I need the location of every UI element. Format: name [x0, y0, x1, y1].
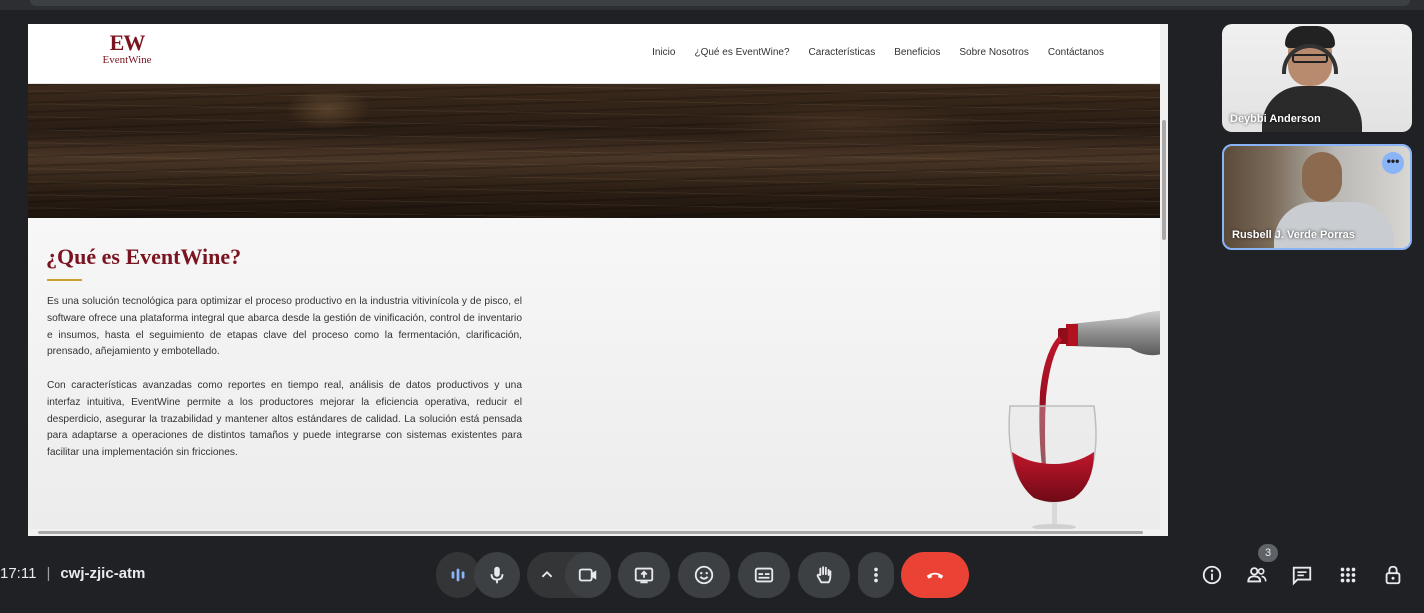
glasses-icon [1292, 54, 1328, 63]
info-icon [1202, 565, 1222, 585]
top-pill [30, 0, 1410, 6]
more-options-icon[interactable]: ••• [1382, 152, 1404, 174]
heading-underline [47, 279, 82, 281]
mic-icon [490, 566, 504, 584]
nav-que-es[interactable]: ¿Qué es EventWine? [694, 47, 789, 58]
emoji-icon [694, 565, 714, 585]
participant-2-avatar [1302, 152, 1342, 202]
meeting-time: 17:11 [0, 565, 37, 582]
meeting-code[interactable]: cwj-zjic-atm [60, 565, 145, 582]
site-nav: Inicio ¿Qué es EventWine? Característica… [652, 47, 1104, 58]
wine-pour-illustration [1008, 310, 1160, 529]
more-vert-icon [874, 567, 878, 583]
nav-beneficios[interactable]: Beneficios [894, 47, 940, 58]
horizontal-scrollbar-thumb[interactable] [38, 531, 1143, 534]
participant-tile-1[interactable]: Deybbi Anderson [1222, 24, 1412, 132]
mic-button[interactable] [474, 552, 520, 598]
vertical-scrollbar[interactable] [1160, 24, 1168, 536]
activities-icon [1340, 567, 1356, 583]
nav-inicio[interactable]: Inicio [652, 47, 675, 58]
vertical-scrollbar-thumb[interactable] [1162, 120, 1166, 240]
site-logo[interactable]: EW EventWine [96, 32, 158, 67]
participant-name: Deybbi Anderson [1230, 113, 1321, 125]
people-count-badge: 3 [1258, 544, 1278, 562]
people-icon [1247, 567, 1267, 583]
nav-sobre-nosotros[interactable]: Sobre Nosotros [959, 47, 1028, 58]
audio-level-icon [451, 568, 465, 582]
meeting-separator: | [46, 565, 51, 582]
raise-hand-icon [816, 566, 832, 584]
end-call-button[interactable] [901, 552, 969, 598]
top-strip [0, 0, 1424, 10]
people-button[interactable] [1245, 563, 1269, 587]
chevron-up-icon [541, 570, 553, 578]
wood-hero-banner [28, 84, 1160, 218]
captions-button[interactable] [738, 552, 790, 598]
chat-button[interactable] [1290, 563, 1314, 587]
activities-button[interactable] [1336, 563, 1360, 587]
section-heading: ¿Qué es EventWine? [46, 244, 242, 269]
about-paragraph-2: Con características avanzadas como repor… [47, 380, 522, 459]
about-section: ¿Qué es EventWine? Es una solución tecno… [28, 218, 1160, 529]
host-controls-icon [1385, 565, 1401, 585]
about-paragraph-1: Es una solución tecnológica para optimiz… [47, 296, 522, 358]
meeting-info-button[interactable] [1200, 563, 1224, 587]
meeting-info: 17:11 | cwj-zjic-atm [0, 565, 145, 582]
logo-mark: EW [109, 30, 146, 55]
raise-hand-button[interactable] [798, 552, 850, 598]
captions-icon [754, 567, 774, 583]
present-icon [634, 567, 654, 584]
camera-icon [578, 568, 597, 582]
participant-tile-2[interactable]: ••• Rusbell J. Verde Porras [1222, 144, 1412, 250]
shared-screen: EW EventWine Inicio ¿Qué es EventWine? C… [28, 24, 1160, 529]
camera-button[interactable] [565, 552, 611, 598]
nav-caracteristicas[interactable]: Características [809, 47, 876, 58]
chat-icon [1292, 566, 1312, 586]
nav-contactanos[interactable]: Contáctanos [1048, 47, 1104, 58]
camera-options-button[interactable] [527, 552, 567, 598]
present-button[interactable] [618, 552, 670, 598]
site-header: EW EventWine Inicio ¿Qué es EventWine? C… [28, 24, 1160, 84]
horizontal-scrollbar[interactable] [28, 529, 1168, 536]
end-call-icon [926, 572, 944, 579]
emoji-button[interactable] [678, 552, 730, 598]
host-controls-button[interactable] [1381, 563, 1405, 587]
participant-name: Rusbell J. Verde Porras [1232, 229, 1355, 241]
logo-text: EventWine [102, 54, 152, 66]
more-options-button[interactable] [858, 552, 894, 598]
participant-2-body [1274, 202, 1394, 248]
participant-1-body [1262, 86, 1362, 132]
